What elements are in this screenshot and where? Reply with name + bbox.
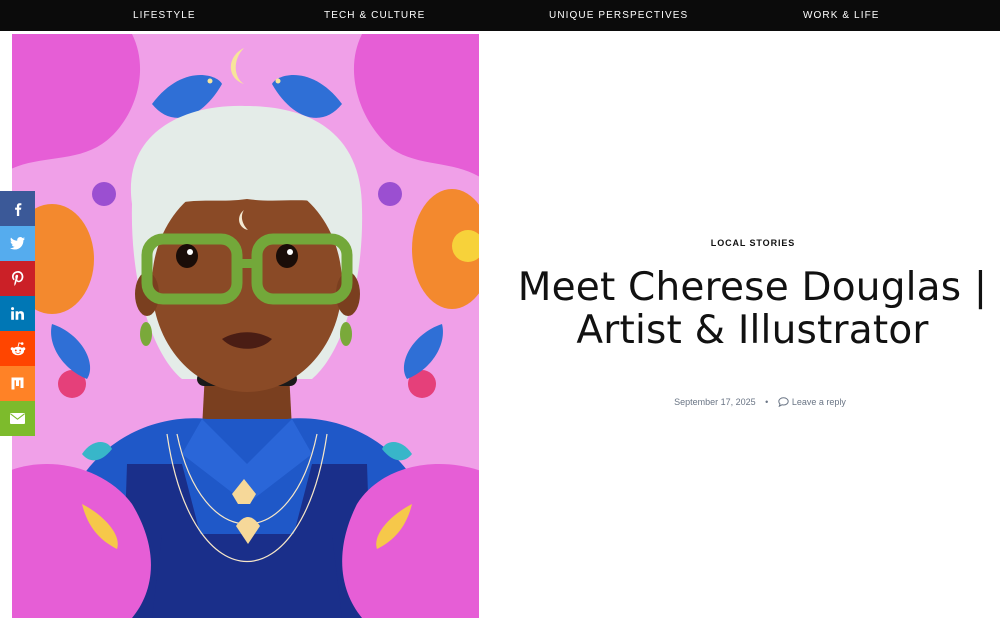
- top-navigation: LIFESTYLE TECH & CULTURE UNIQUE PERSPECT…: [0, 0, 1000, 31]
- nav-item-unique-perspectives[interactable]: UNIQUE PERSPECTIVES: [549, 0, 688, 31]
- facebook-icon: [14, 202, 21, 216]
- linkedin-icon: [11, 307, 24, 320]
- post-meta: September 17, 2025 • Leave a reply: [620, 397, 900, 408]
- comment-bubble-icon: [778, 397, 789, 408]
- featured-illustration: [12, 34, 479, 618]
- share-linkedin-button[interactable]: [0, 296, 35, 331]
- share-mix-button[interactable]: [0, 366, 35, 401]
- share-reddit-button[interactable]: [0, 331, 35, 366]
- share-pinterest-button[interactable]: [0, 261, 35, 296]
- mix-icon: [11, 377, 24, 390]
- nav-item-tech-culture[interactable]: TECH & CULTURE: [324, 0, 425, 31]
- share-twitter-button[interactable]: [0, 226, 35, 261]
- leave-reply-label: Leave a reply: [791, 397, 846, 407]
- nav-item-work-life[interactable]: WORK & LIFE: [803, 0, 880, 31]
- nav-item-lifestyle[interactable]: LIFESTYLE: [133, 0, 196, 31]
- email-icon: [10, 413, 25, 424]
- share-facebook-button[interactable]: [0, 191, 35, 226]
- leave-reply-link[interactable]: Leave a reply: [778, 397, 846, 408]
- reddit-icon: [10, 341, 25, 355]
- post-title: Meet Cherese Douglas | Artist & Illustra…: [517, 265, 988, 353]
- share-email-button[interactable]: [0, 401, 35, 436]
- twitter-icon: [10, 237, 25, 250]
- post-category[interactable]: LOCAL STORIES: [653, 238, 853, 248]
- social-share-bar: [0, 191, 35, 436]
- pinterest-icon: [11, 271, 23, 286]
- meta-separator: •: [765, 397, 769, 407]
- post-date[interactable]: September 17, 2025: [674, 397, 756, 407]
